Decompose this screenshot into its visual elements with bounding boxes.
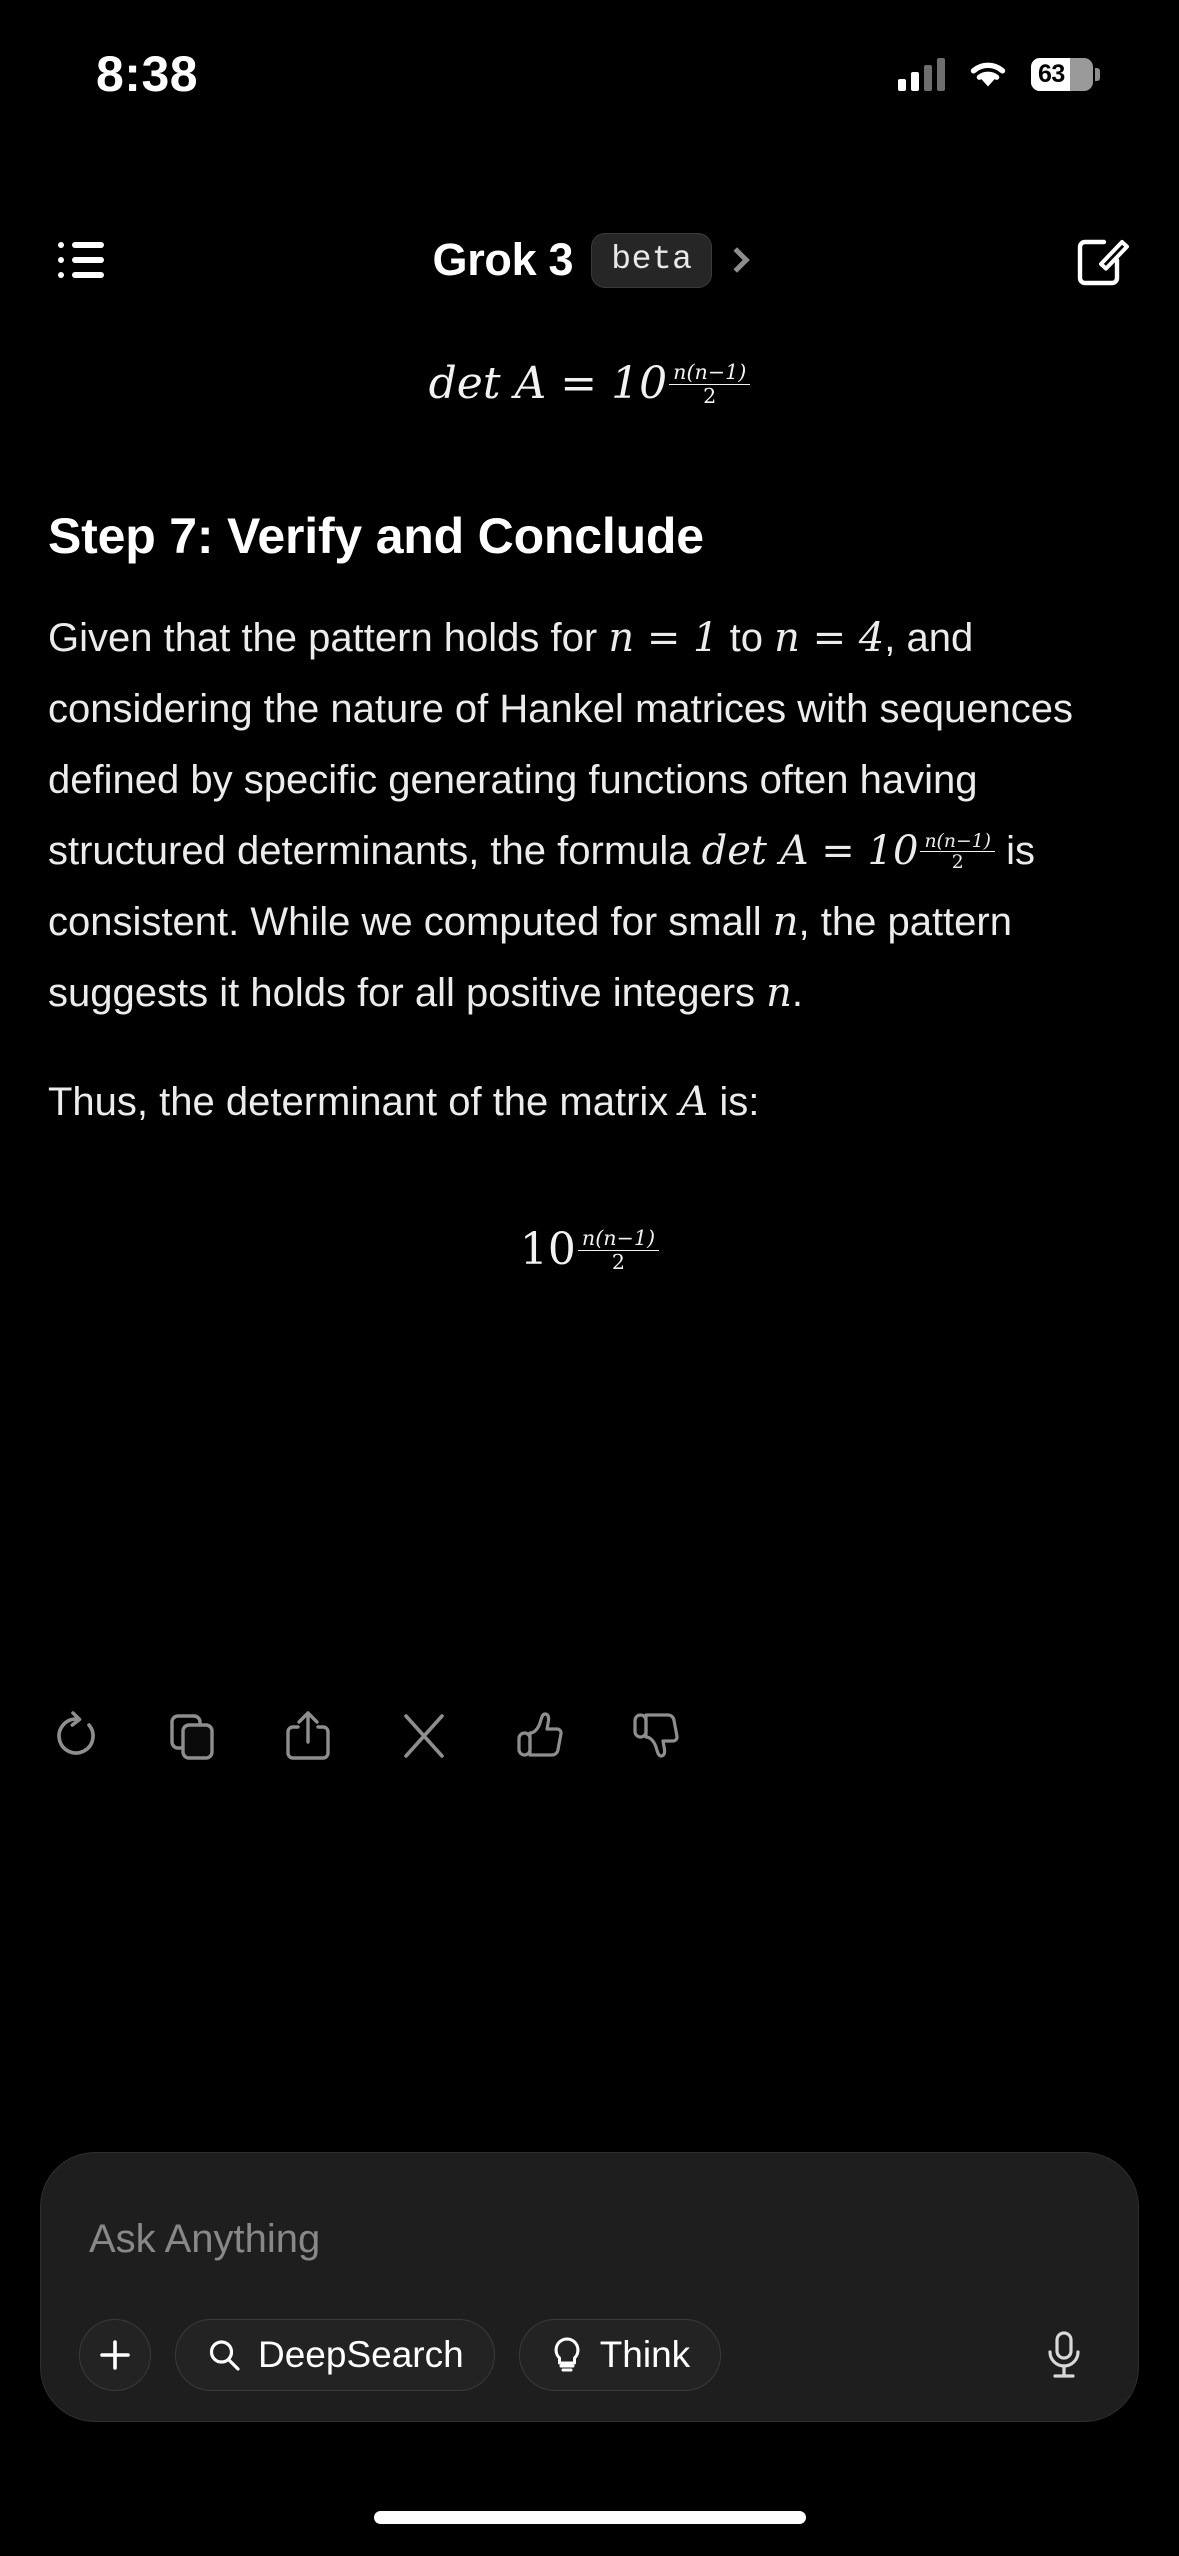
regenerate-icon [57,1711,95,1755]
para2-text-2: is: [708,1079,760,1124]
message-input-placeholder[interactable]: Ask Anything [89,2217,320,2262]
equation-top-lhs: det A = 10 [428,358,668,409]
assistant-message: det A = 10 n(n−1) 2 Step 7: Verify and C… [0,340,1179,1287]
page-title: Grok 3 [432,234,574,285]
para1-math-3-num: n(n−1) [924,830,991,852]
thumbs-down-icon [633,1713,679,1758]
lightbulb-icon [554,2337,580,2372]
regenerate-button[interactable] [30,1690,122,1782]
new-chat-button[interactable] [1071,230,1131,290]
para1-text-2: to [718,615,775,660]
para1-math-2: n = 4 [774,614,885,661]
thumbs-down-button[interactable] [610,1690,702,1782]
message-actions [0,1690,1179,1782]
paragraph-verify: Given that the pattern holds for n = 1 t… [0,603,1179,1029]
attach-button[interactable] [79,2319,151,2391]
equation-final-exp-den: 2 [577,1249,660,1274]
para1-math-3-den: 2 [920,851,995,873]
battery-level: 63 [1038,59,1065,88]
cellular-bars-icon [898,57,945,91]
model-selector[interactable]: Grok 3 beta [0,232,1179,288]
microphone-icon [1048,2331,1080,2378]
equation-final-base: 10 [519,1223,576,1275]
think-button[interactable]: Think [518,2319,722,2391]
share-icon [286,1711,330,1760]
equation-top-exp-num: n(n−1) [673,360,747,385]
think-label: Think [599,2334,691,2375]
para1-math-3-base: det A = 10 [701,827,919,874]
equation-top: det A = 10 n(n−1) 2 [0,340,1179,421]
composer[interactable]: Ask Anything DeepSearch Think [40,2152,1139,2422]
x-icon [404,1714,444,1758]
app-header: Grok 3 beta [0,200,1179,320]
para1-math-5: n [766,969,792,1016]
para1-math-1: n = 1 [608,614,719,661]
equation-final: 10 n(n−1) 2 [0,1206,1179,1287]
search-icon [209,2340,240,2371]
para1-math-4: n [772,898,799,945]
status-badge: beta [591,232,713,288]
composer-tools: DeepSearch Think [79,2319,1100,2391]
plus-icon [100,2340,130,2370]
paragraph-conclusion: Thus, the determinant of the matrix A is… [0,1067,1179,1138]
deepsearch-button[interactable]: DeepSearch [175,2319,495,2391]
copy-icon [170,1714,214,1760]
share-button[interactable] [262,1690,354,1782]
post-on-x-button[interactable] [378,1690,470,1782]
thumbs-up-icon [517,1712,563,1757]
status-bar: 8:38 63 [0,0,1179,130]
para1-text-1: Given that the pattern holds for [48,615,609,660]
deepsearch-label: DeepSearch [258,2334,464,2375]
voice-button[interactable] [1028,2319,1100,2391]
equation-final-exp-num: n(n−1) [581,1226,656,1251]
wifi-icon [970,62,1006,87]
compose-icon [1077,239,1129,286]
equation-top-exp-den: 2 [669,383,751,408]
para2-text-1: Thus, the determinant of the matrix [48,1079,680,1124]
status-time: 8:38 [96,46,199,102]
chevron-right-icon [724,247,751,273]
battery-icon: 63 [1031,57,1100,91]
status-indicators: 63 [898,57,1100,91]
para2-math-1: A [679,1078,709,1125]
para1-text-6: . [791,970,804,1015]
thumbs-up-button[interactable] [494,1690,586,1782]
copy-button[interactable] [146,1690,238,1782]
home-indicator [373,2511,806,2524]
step-heading: Step 7: Verify and Conclude [48,507,704,564]
